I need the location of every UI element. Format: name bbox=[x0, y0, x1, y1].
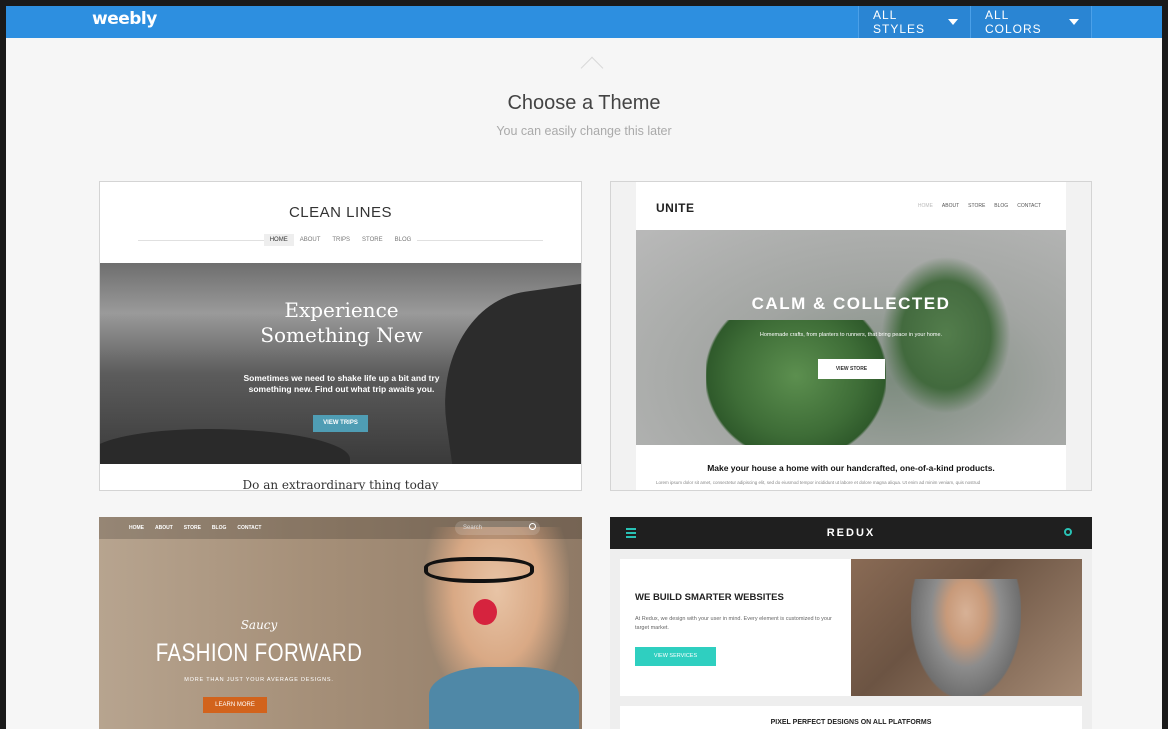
theme-card-unite[interactable]: UNITE HOME ABOUT STORE BLOG CONTACT CALM… bbox=[610, 181, 1092, 491]
headline-line: Something New bbox=[260, 323, 423, 347]
nav-item: TRIPS bbox=[326, 234, 357, 246]
hero-blurb: Homemade crafts, from planters to runner… bbox=[759, 332, 943, 338]
hero-subtext: MORE THAN JUST YOUR AVERAGE DESIGNS. bbox=[184, 677, 334, 683]
nav-item: ABOUT bbox=[941, 203, 960, 209]
theme-header-bar: REDUX bbox=[610, 517, 1092, 549]
script-text: Saucy bbox=[240, 618, 278, 632]
hero-headline: FASHION FORWARD bbox=[155, 639, 363, 667]
theme-card-redux[interactable]: REDUX WE BUILD SMARTER WEBSITES At Redux… bbox=[610, 517, 1092, 729]
hero-paragraph: At Redux, we design with your user in mi… bbox=[635, 616, 832, 631]
tagline: Make your house a home with our handcraf… bbox=[707, 463, 995, 473]
hero-image: CALM & COLLECTED Homemade crafts, from p… bbox=[636, 230, 1066, 445]
search-icon bbox=[1064, 528, 1072, 536]
hero-headline: CALM & COLLECTED bbox=[751, 294, 951, 313]
theme-nav: HOME ABOUT STORE BLOG CONTACT bbox=[129, 525, 261, 531]
caret-down-icon bbox=[1069, 19, 1079, 25]
all-styles-label: ALL STYLES bbox=[873, 8, 926, 36]
nav-item: BLOG bbox=[994, 203, 1009, 209]
theme-logo: UNITE bbox=[656, 201, 695, 215]
features-heading: PIXEL PERFECT DESIGNS ON ALL PLATFORMS bbox=[770, 719, 932, 726]
features-strip: PIXEL PERFECT DESIGNS ON ALL PLATFORMS bbox=[620, 706, 1082, 729]
theme-nav: HOME ABOUT STORE BLOG CONTACT bbox=[918, 203, 1041, 209]
lips-shape bbox=[473, 599, 497, 625]
learn-more-button: LEARN MORE bbox=[203, 697, 267, 713]
theme-logo: REDUX bbox=[826, 527, 876, 539]
nav-item: CONTACT bbox=[237, 525, 262, 531]
theme-footer-text: Do an extraordinary thing today bbox=[242, 478, 439, 491]
denim-shirt-shape bbox=[429, 667, 579, 729]
theme-card-clean-lines[interactable]: CLEAN LINES HOME ABOUT TRIPS STORE BLOG … bbox=[99, 181, 582, 491]
glasses-shape bbox=[424, 557, 534, 583]
view-services-button: VIEW SERVICES bbox=[635, 647, 716, 666]
hero-headline: Experience Something New bbox=[100, 298, 581, 348]
nav-item: BLOG bbox=[388, 234, 418, 246]
theme-chooser-page: weebly ALL STYLES ALL COLORS Choose a Th… bbox=[6, 6, 1162, 729]
all-colors-label: ALL COLORS bbox=[985, 8, 1042, 36]
hero-blurb: Sometimes we need to shake life up a bit… bbox=[100, 373, 581, 395]
nav-item: STORE bbox=[356, 234, 389, 246]
blurb-line: Sometimes we need to shake life up a bit… bbox=[243, 373, 440, 383]
nav-item: STORE bbox=[968, 203, 986, 209]
hero-heading: WE BUILD SMARTER WEBSITES bbox=[635, 592, 784, 603]
nav-item: STORE bbox=[183, 525, 201, 531]
theme-card-fashion-forward[interactable]: HOME ABOUT STORE BLOG CONTACT Search Sau… bbox=[99, 517, 582, 729]
search-icon bbox=[529, 523, 536, 530]
rock-shape bbox=[100, 429, 350, 464]
top-bar: weebly ALL STYLES ALL COLORS bbox=[6, 6, 1162, 38]
nav-item: BLOG bbox=[211, 525, 227, 531]
view-store-button: VIEW STORE bbox=[818, 359, 885, 379]
weebly-logo[interactable]: weebly bbox=[92, 9, 157, 29]
theme-preview: UNITE HOME ABOUT STORE BLOG CONTACT CALM… bbox=[636, 182, 1066, 490]
theme-nav: HOME ABOUT TRIPS STORE BLOG bbox=[100, 234, 581, 246]
page-title: Choose a Theme bbox=[507, 92, 661, 114]
hero-panel: WE BUILD SMARTER WEBSITES At Redux, we d… bbox=[620, 559, 1082, 696]
nav-item: HOME bbox=[129, 525, 144, 531]
man-shape bbox=[911, 579, 1021, 696]
nav-item: ABOUT bbox=[155, 525, 173, 531]
chevron-up-icon[interactable] bbox=[580, 56, 604, 80]
all-styles-dropdown[interactable]: ALL STYLES bbox=[858, 6, 970, 38]
nav-item: ABOUT bbox=[293, 234, 327, 246]
body-text: Lorem ipsum dolor sit amet, consectetur … bbox=[656, 480, 981, 485]
caret-down-icon bbox=[948, 19, 958, 25]
nav-item: CONTACT bbox=[1017, 203, 1041, 209]
headline-line: Experience bbox=[284, 298, 399, 322]
hero-image: Experience Something New Sometimes we ne… bbox=[100, 263, 581, 464]
nav-item: HOME bbox=[263, 234, 294, 246]
theme-search-field: Search bbox=[455, 521, 540, 535]
plant-shape bbox=[706, 320, 886, 445]
nav-item: HOME bbox=[917, 203, 933, 209]
page-subtitle: You can easily change this later bbox=[496, 124, 672, 138]
view-trips-button: VIEW TRIPS bbox=[313, 415, 368, 432]
all-colors-dropdown[interactable]: ALL COLORS bbox=[970, 6, 1092, 38]
hero-photo bbox=[851, 559, 1082, 696]
theme-logo: CLEAN LINES bbox=[288, 204, 393, 221]
blurb-line: something new. Find out what trip awaits… bbox=[248, 384, 435, 394]
